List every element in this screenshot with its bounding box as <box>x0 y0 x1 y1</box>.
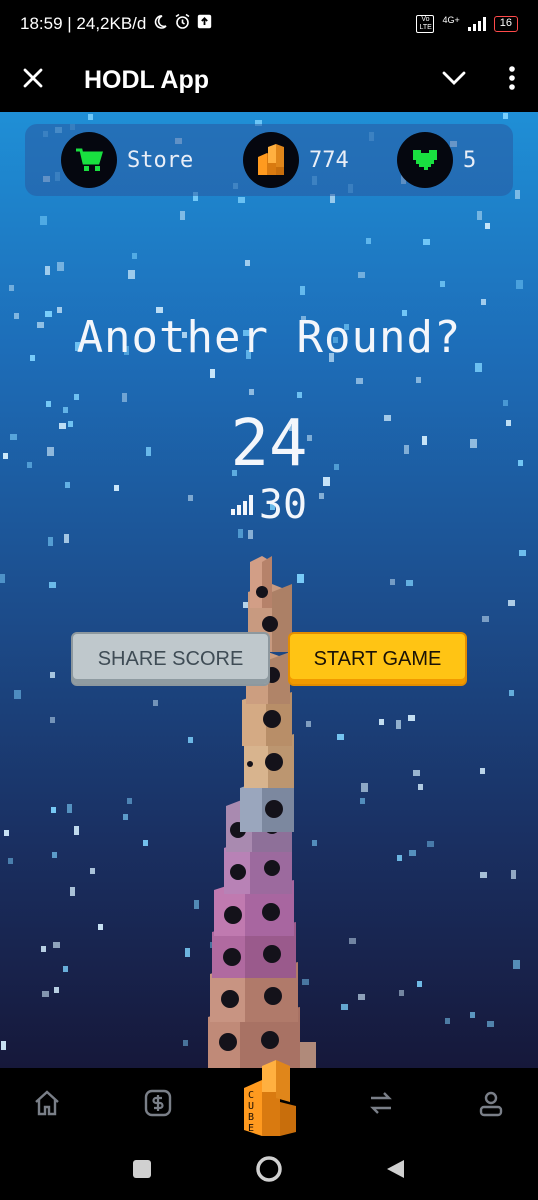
app-title: HODL App <box>84 65 209 94</box>
battery-indicator: 16 <box>493 16 518 32</box>
cubes-count: 774 <box>309 147 349 173</box>
moon-icon <box>152 14 168 35</box>
app-header: HODL App <box>0 48 538 112</box>
network-label: 4G+ <box>442 15 460 25</box>
system-nav-bar <box>0 1136 538 1200</box>
more-vertical-icon[interactable] <box>508 65 516 95</box>
status-left: 18:59 | 24,2KB/d <box>20 13 212 35</box>
heart-icon <box>397 132 453 188</box>
game-over-title: Another Round? <box>76 312 462 363</box>
store-label: Store <box>127 147 194 173</box>
current-score: 24 <box>230 407 308 481</box>
status-time-speed: 18:59 | 24,2KB/d <box>20 14 147 33</box>
volte-icon: Vo LTE <box>416 15 435 33</box>
signal-icon <box>467 17 486 31</box>
chevron-down-icon[interactable] <box>442 70 466 91</box>
alarm-icon <box>174 13 191 35</box>
back-icon[interactable] <box>380 1154 410 1184</box>
stats-panel: Store 774 5 <box>25 124 513 196</box>
status-bar: 18:59 | 24,2KB/d Vo LTE 4G+ 16 <box>0 0 538 48</box>
cube-game-icon[interactable]: CUBE <box>240 1058 300 1138</box>
cube-tower <box>208 556 316 1068</box>
cube-logo-text: CUBE <box>248 1090 255 1134</box>
cubes-counter: 774 <box>243 132 349 188</box>
home-icon[interactable] <box>30 1086 64 1120</box>
home-circle-icon[interactable] <box>254 1154 284 1184</box>
dollar-icon[interactable] <box>141 1086 175 1120</box>
cart-icon <box>61 132 117 188</box>
best-score-value: 30 <box>258 482 308 528</box>
cube-stack-icon <box>243 132 299 188</box>
start-game-button[interactable]: START GAME <box>288 632 467 686</box>
stats-bars-icon <box>230 495 253 515</box>
status-right: Vo LTE 4G+ 16 <box>416 15 518 33</box>
store-button[interactable]: Store <box>61 132 193 188</box>
bottom-nav: CUBE <box>0 1060 538 1136</box>
profile-icon[interactable] <box>474 1086 508 1120</box>
lives-counter: 5 <box>397 132 476 188</box>
header-actions <box>442 65 516 95</box>
tower-level <box>250 556 272 608</box>
best-score: 30 <box>0 482 538 528</box>
recents-icon[interactable] <box>127 1154 157 1184</box>
swap-icon[interactable] <box>364 1086 398 1120</box>
lives-count: 5 <box>463 147 477 173</box>
game-screen[interactable]: Store 774 5 Another Round? 24 30 SHARE S… <box>0 112 538 1068</box>
upload-icon <box>197 14 212 34</box>
share-score-button[interactable]: SHARE SCORE <box>71 632 270 686</box>
close-icon[interactable] <box>22 67 44 94</box>
